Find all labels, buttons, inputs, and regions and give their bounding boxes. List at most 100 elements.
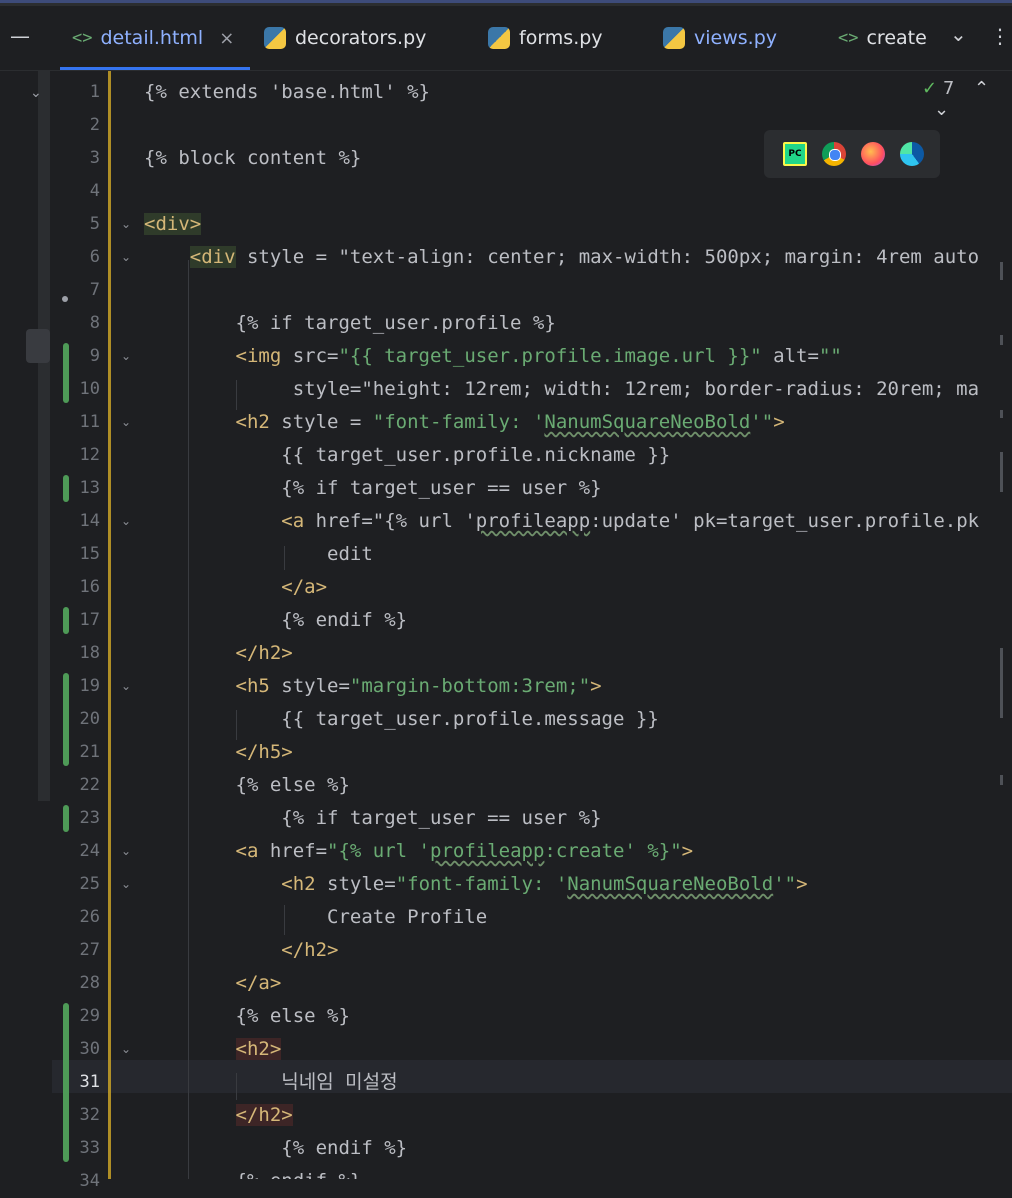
- line-number: 20: [79, 709, 100, 729]
- indent-guide: [236, 380, 237, 410]
- line-number: 22: [79, 775, 100, 795]
- left-tool-strip: ⌄: [0, 71, 52, 1179]
- chrome-icon[interactable]: [822, 142, 846, 166]
- code-line[interactable]: Create Profile: [144, 901, 487, 934]
- line-number: 15: [79, 544, 100, 564]
- code-line[interactable]: </a>: [144, 967, 282, 1000]
- scroll-marker: [1000, 335, 1003, 345]
- code-line[interactable]: {% if target_user == user %}: [144, 472, 601, 505]
- line-number: 6: [89, 247, 100, 267]
- indent-guide: [284, 905, 285, 935]
- code-line[interactable]: {% if target_user.profile %}: [144, 307, 556, 340]
- code-line[interactable]: style="height: 12rem; width: 12rem; bord…: [144, 373, 979, 406]
- line-number: 24: [79, 841, 100, 861]
- chevron-down-icon[interactable]: ⌄: [30, 85, 42, 101]
- line-number: 19: [79, 676, 100, 696]
- indent-guide: [188, 260, 189, 1179]
- line-number: 12: [79, 445, 100, 465]
- indent-guide: [236, 1073, 237, 1100]
- more-icon[interactable]: ⋮: [990, 24, 1010, 48]
- tab-decorators-py[interactable]: decorators.py: [264, 6, 426, 70]
- code-line[interactable]: </h2>: [144, 934, 338, 967]
- chevron-up-icon[interactable]: ⌃: [974, 78, 989, 99]
- tab-forms-py[interactable]: forms.py: [488, 6, 603, 70]
- code-line[interactable]: <img src="{{ target_user.profile.image.u…: [144, 340, 842, 373]
- pycharm-icon[interactable]: PC: [783, 142, 807, 166]
- tab-label: detail.html: [100, 27, 204, 49]
- tab-views-py[interactable]: views.py: [663, 6, 777, 70]
- code-line[interactable]: {% extends 'base.html' %}: [144, 76, 430, 109]
- vcs-change-marker[interactable]: [63, 805, 69, 832]
- firefox-icon[interactable]: [861, 142, 885, 166]
- scroll-marker: [1000, 648, 1003, 718]
- vcs-change-marker[interactable]: [63, 343, 69, 403]
- code-line[interactable]: <a href="{% url 'profileapp:create' %}">: [144, 835, 694, 868]
- code-line[interactable]: {% endif %}: [144, 604, 407, 637]
- vcs-change-marker[interactable]: [63, 475, 69, 502]
- code-line[interactable]: </h2>: [144, 1099, 293, 1132]
- line-number: 23: [79, 808, 100, 828]
- code-line[interactable]: {% endif %}: [144, 1132, 407, 1165]
- line-number: 27: [79, 940, 100, 960]
- code-line[interactable]: <h5 style="margin-bottom:3rem;">: [144, 670, 602, 703]
- chevron-down-icon[interactable]: ⌄: [950, 22, 967, 46]
- code-line[interactable]: <div style = "text-align: center; max-wi…: [144, 241, 979, 274]
- code-line[interactable]: <a href="{% url 'profileapp:update' pk=t…: [144, 505, 979, 538]
- html-icon: <>: [838, 28, 859, 48]
- line-number: 28: [79, 973, 100, 993]
- line-number: 26: [79, 907, 100, 927]
- code-line[interactable]: {{ target_user.profile.nickname }}: [144, 439, 670, 472]
- code-line[interactable]: {% else %}: [144, 769, 350, 802]
- scroll-marker: [1000, 775, 1003, 785]
- line-number: 8: [89, 313, 100, 333]
- line-number: 9: [89, 346, 100, 366]
- html-icon: <>: [72, 28, 93, 48]
- indent-guide: [236, 710, 237, 740]
- code-line[interactable]: {{ target_user.profile.message }}: [144, 703, 659, 736]
- tab-label: decorators.py: [295, 27, 427, 49]
- code-line[interactable]: <h2>: [144, 1033, 282, 1066]
- line-number: 7: [89, 280, 100, 300]
- line-number: 10: [79, 379, 100, 399]
- tab-label: forms.py: [519, 27, 603, 49]
- tab-label: views.py: [694, 27, 777, 49]
- code-line[interactable]: <h2 style = "font-family: 'NanumSquareNe…: [144, 406, 785, 439]
- code-line[interactable]: {% if target_user == user %}: [144, 802, 601, 835]
- inspection-count: 7: [942, 78, 955, 99]
- code-editor[interactable]: {% extends 'base.html' %} {% block conten…: [110, 71, 1012, 1179]
- vcs-change-marker[interactable]: [63, 607, 69, 634]
- tab-detail-html[interactable]: <> detail.html ×: [59, 6, 251, 70]
- inspection-widget[interactable]: ✓ 7 ⌃ ⌄: [922, 78, 1012, 120]
- python-icon: [488, 27, 510, 49]
- code-line[interactable]: {% endif %}: [144, 1165, 362, 1179]
- structure-scrollbar[interactable]: [38, 71, 50, 801]
- line-number: 21: [79, 742, 100, 762]
- line-number: 34: [79, 1171, 100, 1191]
- code-line[interactable]: <h2 style="font-family: 'NanumSquareNeoB…: [144, 868, 807, 901]
- line-number: 3: [89, 148, 100, 168]
- line-number: 29: [79, 1006, 100, 1026]
- code-line[interactable]: <div>: [144, 208, 202, 241]
- close-icon[interactable]: ×: [219, 28, 234, 49]
- code-line[interactable]: </a>: [144, 571, 327, 604]
- title-accent: [0, 0, 1012, 3]
- edge-icon[interactable]: [900, 142, 924, 166]
- code-line[interactable]: edit: [144, 538, 373, 571]
- line-number: 16: [79, 577, 100, 597]
- line-number: 18: [79, 643, 100, 663]
- code-line[interactable]: </h5>: [144, 736, 293, 769]
- scroll-thumb[interactable]: [26, 329, 50, 363]
- line-number: 33: [79, 1138, 100, 1158]
- code-line[interactable]: </h2>: [144, 637, 293, 670]
- line-number: 11: [79, 412, 100, 432]
- scroll-marker: [1000, 262, 1003, 280]
- vcs-change-marker[interactable]: [63, 1003, 69, 1162]
- code-line[interactable]: {% block content %}: [144, 142, 361, 175]
- tab-create[interactable]: <> create: [838, 6, 927, 70]
- code-line[interactable]: 닉네임 미설정: [144, 1066, 397, 1099]
- vcs-change-marker[interactable]: [63, 673, 69, 766]
- chevron-down-icon[interactable]: ⌄: [934, 99, 949, 120]
- code-line[interactable]: {% else %}: [144, 1000, 350, 1033]
- menu-icon[interactable]: —: [10, 24, 30, 48]
- editor-tab-bar: — <> detail.html × decorators.py forms.p…: [0, 6, 1012, 71]
